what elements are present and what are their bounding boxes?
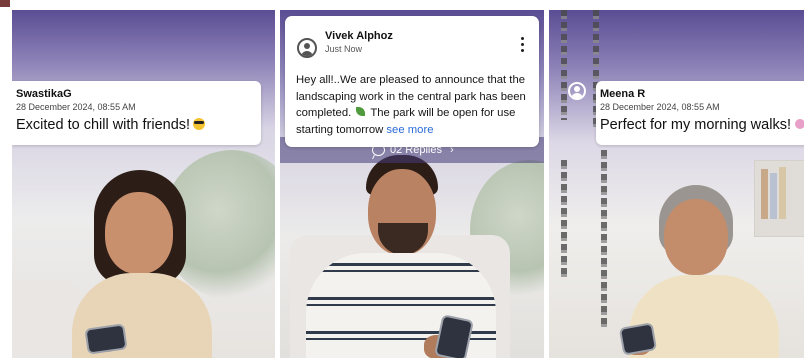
status-card[interactable]: SwastikaG 28 December 2024, 08:55 AM Exc… [12,81,261,145]
user-circle-icon[interactable] [568,82,586,100]
sunglasses-emoji-icon [193,118,206,130]
user-name[interactable]: SwastikaG [16,88,72,100]
woman-photo [72,170,242,358]
status-text: Excited to chill with friends! [16,117,206,133]
swing-chain-decoration [601,150,607,330]
elderly-woman-photo [618,185,799,358]
blossom-emoji-icon [794,119,804,129]
story-panel-meena[interactable]: Meena R 28 December 2024, 08:55 AM Perfe… [549,10,804,358]
see-more-link[interactable]: see more [386,124,433,136]
man-photo [306,155,526,358]
post-time: Just Now [325,44,363,54]
status-text: Perfect for my morning walks! [600,117,804,133]
user-circle-icon[interactable] [297,38,317,58]
post-body: Hey all!..We are pleased to announce tha… [296,74,526,136]
swing-chain-decoration [561,10,567,120]
story-panel-swastika[interactable]: SwastikaG 28 December 2024, 08:55 AM Exc… [12,10,275,358]
user-name[interactable]: Vivek Alphoz [325,30,393,42]
corner-mark [0,0,10,7]
more-vertical-icon[interactable] [519,36,527,54]
user-name[interactable]: Meena R [600,88,645,100]
status-card[interactable]: Meena R 28 December 2024, 08:55 AM Perfe… [596,81,804,145]
seedling-emoji-icon [356,107,366,116]
post-date: 28 December 2024, 08:55 AM [16,102,136,112]
post-date: 28 December 2024, 08:55 AM [600,102,720,112]
swing-chain-decoration [561,160,567,280]
story-panel-vivek[interactable]: 02 Replies › Vivek Alphoz Just Now Hey a… [280,10,544,358]
announcement-card[interactable]: Vivek Alphoz Just Now Hey all!..We are p… [285,16,539,147]
